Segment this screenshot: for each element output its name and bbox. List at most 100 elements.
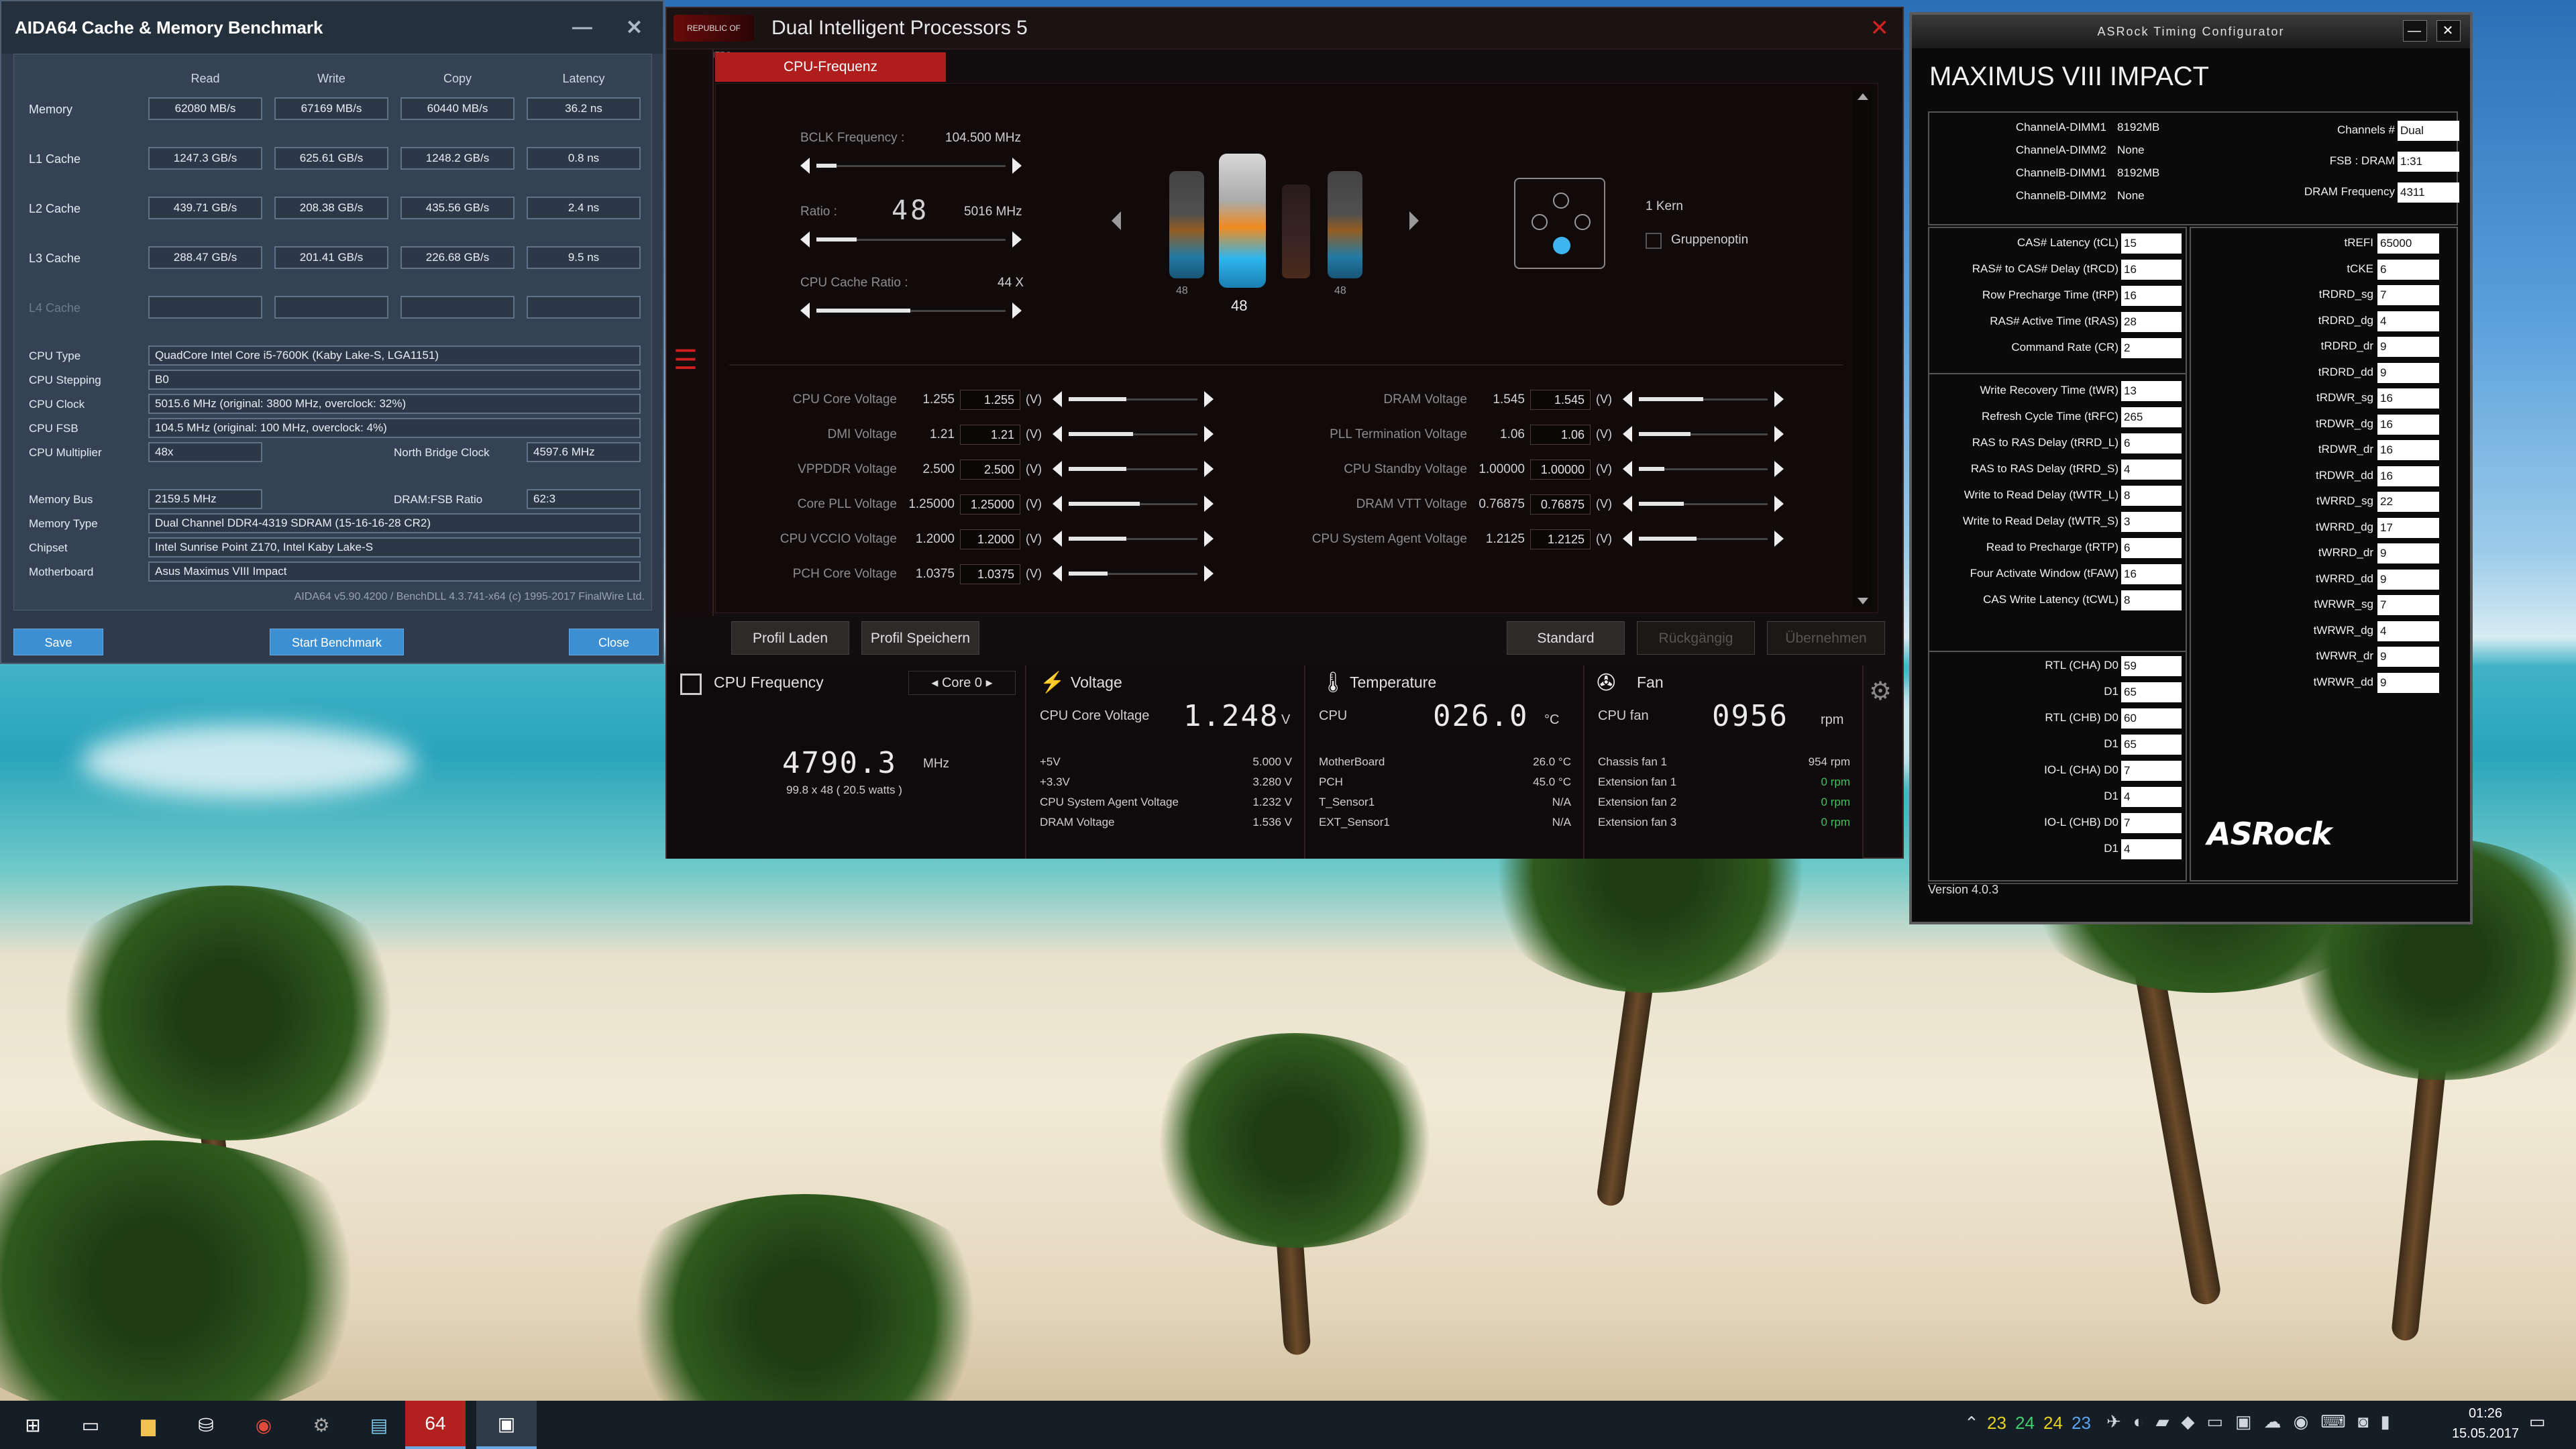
tray-temp-2[interactable]: 24 [2043,1413,2063,1434]
voltage-slider[interactable] [1053,566,1214,582]
start-benchmark-button[interactable]: Start Benchmark [270,629,404,655]
tray-temp-0[interactable]: 23 [1987,1413,2006,1434]
core-select[interactable]: ◂ Core 0 ▸ [908,671,1016,695]
scrollbar[interactable] [1854,91,1872,607]
close-icon[interactable]: ✕ [2436,20,2461,42]
timing-field[interactable]: 65 [2121,682,2182,702]
tray-overflow-icon[interactable]: ⌃ [1964,1413,1979,1434]
apply-button[interactable]: Übernehmen [1767,621,1885,655]
cpu-z-icon[interactable]: ⚙ [306,1409,337,1440]
clock-date[interactable]: 15.05.2017 [2435,1426,2536,1442]
voltage-slider[interactable] [1053,531,1214,547]
voltage-slider[interactable] [1053,496,1214,512]
timing-field[interactable]: 13 [2121,381,2182,401]
timing-field[interactable]: 17 [2377,517,2439,538]
timing-field[interactable]: 4 [2121,839,2182,859]
timing-field[interactable]: 65 [2121,735,2182,755]
timing-field[interactable]: 59 [2121,656,2182,676]
settings-gear-icon[interactable]: ⚙ [1869,676,1892,706]
timing-field[interactable]: 16 [2377,414,2439,435]
timing-field[interactable]: 8 [2121,486,2182,506]
timing-field[interactable]: 2 [2121,338,2182,358]
bclk-slider[interactable] [800,158,1022,174]
clock-time[interactable]: 01:26 [2435,1406,2536,1421]
timing-field[interactable]: 15 [2121,233,2182,254]
scroll-up-icon[interactable] [1858,93,1868,100]
core-layout-icon[interactable] [1514,178,1605,269]
timing-field[interactable]: 9 [2377,362,2439,383]
setting-field[interactable]: 1:31 [2398,152,2459,172]
core-prev-icon[interactable] [1112,211,1121,230]
gruppen-checkbox[interactable] [1646,233,1662,249]
menu-icon[interactable]: ☰ [674,345,698,376]
save-button[interactable]: Save [13,629,103,655]
timing-field[interactable]: 60 [2121,708,2182,729]
voltage-input[interactable]: 1.06 [1530,425,1591,445]
hwinfo-icon[interactable]: ▤ [364,1409,394,1440]
standard-button[interactable]: Standard [1507,621,1625,655]
timing-field[interactable]: 7 [2121,761,2182,781]
notification-icon[interactable]: ▭ [2529,1411,2546,1432]
timing-field[interactable]: 8 [2121,590,2182,610]
timing-field[interactable]: 9 [2377,543,2439,564]
close-icon[interactable]: ✕ [626,16,643,40]
profil-speichern-button[interactable]: Profil Speichern [861,621,979,655]
timing-field[interactable]: 9 [2377,569,2439,590]
voltage-input[interactable]: 1.25000 [960,494,1020,515]
voltage-slider[interactable] [1623,531,1784,547]
minimize-icon[interactable]: — [572,16,592,40]
voltage-slider[interactable] [1623,496,1784,512]
core-tube[interactable] [1282,184,1310,278]
cache-ratio-slider[interactable] [800,303,1022,319]
timing-field[interactable]: 65000 [2377,233,2439,254]
voltage-slider[interactable] [1623,391,1784,407]
close-button[interactable]: Close [569,629,659,655]
timing-field[interactable]: 7 [2121,813,2182,833]
voltage-input[interactable]: 2.500 [960,460,1020,480]
core-tube-selected[interactable] [1219,154,1266,288]
timing-field[interactable]: 4 [2121,787,2182,807]
ratio-slider[interactable] [800,231,1022,248]
timing-field[interactable]: 9 [2377,672,2439,693]
timing-field[interactable]: 6 [2377,259,2439,280]
file-explorer-icon[interactable]: ▆ [133,1409,164,1440]
tray-temp-1[interactable]: 24 [2015,1413,2035,1434]
voltage-input[interactable]: 1.2000 [960,529,1020,549]
timing-field[interactable]: 9 [2377,647,2439,667]
aida64-icon[interactable]: 64 [405,1401,466,1449]
core-next-icon[interactable] [1409,211,1419,230]
timing-field[interactable]: 16 [2121,260,2182,280]
timing-field[interactable]: 28 [2121,312,2182,332]
voltage-input[interactable]: 1.255 [960,390,1020,410]
timing-field[interactable]: 16 [2121,564,2182,584]
setting-field[interactable]: Dual [2398,121,2459,141]
timing-field[interactable]: 7 [2377,285,2439,305]
voltage-slider[interactable] [1053,461,1214,477]
timing-field[interactable]: 9 [2377,337,2439,357]
tray-icons[interactable]: ✈◐▰◆▭▣☁◉⌨◙▮ [2106,1411,2402,1432]
timing-field[interactable]: 6 [2121,538,2182,558]
timing-field[interactable]: 6 [2121,433,2182,453]
voltage-input[interactable]: 1.0375 [960,564,1020,584]
scroll-down-icon[interactable] [1858,598,1868,604]
voltage-slider[interactable] [1053,426,1214,442]
setting-field[interactable]: 4311 [2398,182,2459,203]
timing-field[interactable]: 16 [2377,466,2439,486]
profil-laden-button[interactable]: Profil Laden [731,621,849,655]
core-tube[interactable] [1169,171,1204,278]
voltage-slider[interactable] [1623,426,1784,442]
minimize-icon[interactable]: — [2403,20,2427,42]
voltage-slider[interactable] [1623,461,1784,477]
timing-field[interactable]: 4 [2121,460,2182,480]
timing-field[interactable]: 4 [2377,621,2439,641]
tray-temp-3[interactable]: 23 [2072,1413,2091,1434]
chrome-icon[interactable]: ◉ [248,1409,279,1440]
voltage-input[interactable]: 1.00000 [1530,460,1591,480]
dip5-icon[interactable]: ▣ [476,1401,537,1449]
voltage-input[interactable]: 1.545 [1530,390,1591,410]
timing-field[interactable]: 4 [2377,311,2439,331]
timing-field[interactable]: 3 [2121,512,2182,532]
task-view-icon[interactable]: ▭ [75,1409,106,1440]
windows-start-icon[interactable]: ⊞ [17,1409,48,1440]
timing-field[interactable]: 16 [2377,440,2439,460]
